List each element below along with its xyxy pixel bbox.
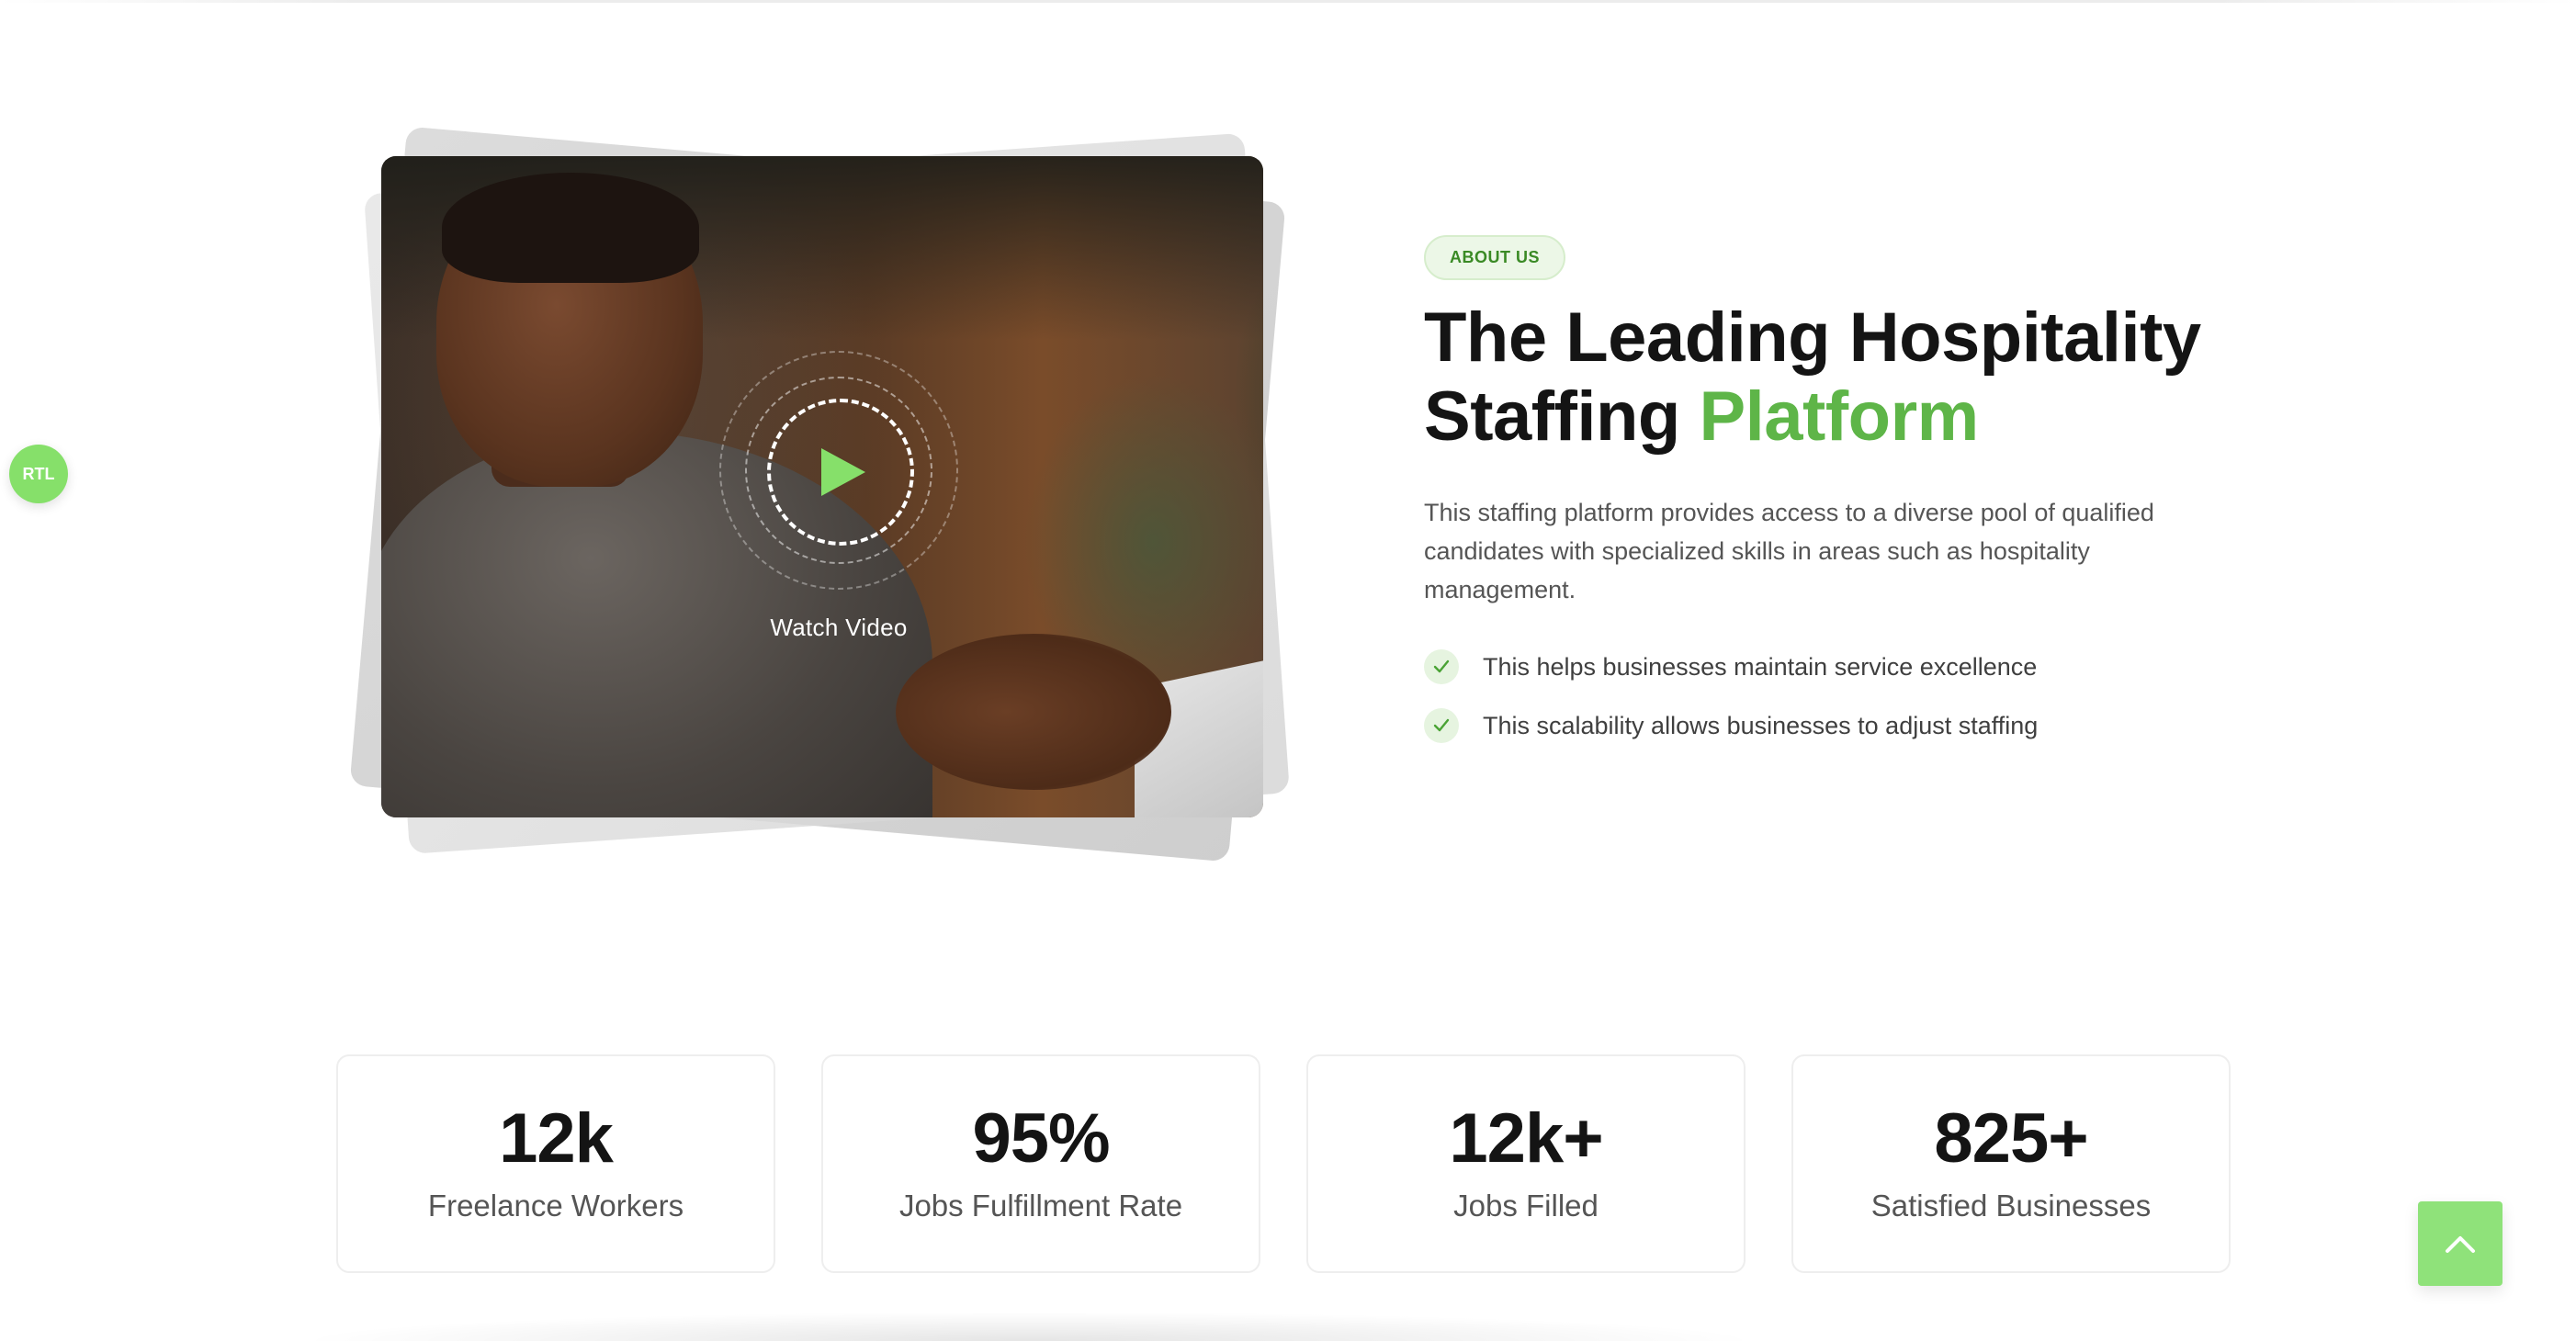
- chevron-up-icon: [2446, 1236, 2475, 1253]
- top-divider: [0, 0, 2576, 3]
- stat-card: 12k+ Jobs Filled: [1306, 1054, 1746, 1273]
- stat-card: 95% Jobs Fulfillment Rate: [821, 1054, 1260, 1273]
- stats-row: 12k Freelance Workers 95% Jobs Fulfillme…: [336, 1054, 2234, 1277]
- check-icon: [1424, 708, 1459, 743]
- heading-line-2: Staffing: [1424, 378, 1700, 456]
- heading-line-1: The Leading Hospitality: [1424, 299, 2201, 377]
- video-play-area: [719, 351, 958, 590]
- feature-item: This helps businesses maintain service e…: [1424, 649, 2232, 684]
- stat-card: 12k Freelance Workers: [336, 1054, 775, 1273]
- photo-person-hands: [896, 634, 1171, 790]
- about-video-thumbnail[interactable]: Watch Video: [381, 156, 1263, 817]
- stat-value: 825+: [1934, 1099, 2088, 1178]
- watch-video-label[interactable]: Watch Video: [719, 614, 958, 642]
- stat-value: 12k+: [1449, 1099, 1603, 1178]
- stat-value: 95%: [972, 1099, 1110, 1178]
- heading-accent-word: Platform: [1699, 378, 1979, 456]
- stat-label: Satisfied Businesses: [1870, 1189, 2152, 1223]
- section-badge: ABOUT US: [1424, 235, 1565, 280]
- feature-text: This scalability allows businesses to ad…: [1483, 711, 2039, 739]
- stat-label: Freelance Workers: [427, 1189, 684, 1223]
- photo-person-hair: [442, 173, 699, 283]
- check-icon: [1424, 649, 1459, 684]
- about-media: Watch Video: [340, 99, 1314, 880]
- section-heading: The Leading Hospitality Staffing Platfor…: [1424, 299, 2232, 456]
- stat-card: 825+ Satisfied Businesses: [1791, 1054, 2231, 1273]
- feature-item: This scalability allows businesses to ad…: [1424, 708, 2232, 743]
- next-section-shadow: [294, 1312, 1764, 1341]
- rtl-toggle-button[interactable]: RTL: [9, 445, 68, 503]
- play-video-button[interactable]: [767, 399, 914, 546]
- feature-text: This helps businesses maintain service e…: [1483, 652, 2038, 681]
- feature-list: This helps businesses maintain service e…: [1424, 649, 2232, 743]
- play-icon: [821, 448, 865, 496]
- stat-value: 12k: [499, 1099, 614, 1178]
- scroll-to-top-button[interactable]: [2418, 1201, 2503, 1286]
- stat-label: Jobs Fulfillment Rate: [898, 1189, 1183, 1223]
- stat-label: Jobs Filled: [1453, 1189, 1599, 1223]
- section-description: This staffing platform provides access t…: [1424, 499, 2154, 603]
- about-section: ABOUT US The Leading Hospitality Staffin…: [1424, 235, 2232, 767]
